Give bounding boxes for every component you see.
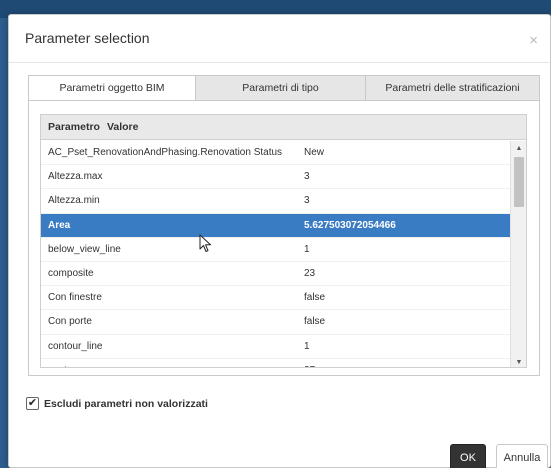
cell-parameter-name: AC_Pset_RenovationAndPhasing.Renovation … (48, 147, 283, 159)
table-row-selected[interactable]: Area 5.627503072054466 (41, 213, 511, 238)
table-row[interactable]: Con finestre false (41, 286, 511, 311)
scroll-down-arrow-icon[interactable]: ▼ (511, 355, 526, 367)
cell-parameter-value: 1 (304, 243, 310, 255)
checkmark-icon[interactable]: ✔ (26, 397, 39, 410)
table-row[interactable]: composite 23 (41, 262, 511, 287)
grid-body: AC_Pset_RenovationAndPhasing.Renovation … (41, 141, 511, 367)
cell-parameter-name: Con finestre (48, 292, 102, 304)
tab-parametri-oggetto-bim[interactable]: Parametri oggetto BIM (28, 75, 196, 101)
cell-parameter-value: New (304, 147, 325, 159)
dialog-title: Parameter selection (25, 30, 150, 46)
cell-parameter-name: Area (48, 219, 71, 231)
cell-parameter-value: false (304, 292, 326, 304)
cell-parameter-name: Altezza.max (48, 171, 103, 183)
ok-button[interactable]: OK (450, 444, 486, 468)
cell-parameter-value: false (304, 316, 326, 328)
table-row[interactable]: Con porte false (41, 310, 511, 335)
cancel-button[interactable]: Annulla (496, 444, 548, 468)
cell-parameter-value: 23 (304, 268, 316, 280)
cell-parameter-value: 5.627503072054466 (304, 219, 396, 231)
parameter-selection-dialog: Parameter selection × Parametri oggetto … (8, 14, 551, 468)
table-row[interactable]: contour_pen 27 (41, 359, 511, 367)
column-header-valore[interactable]: Valore (107, 121, 139, 133)
cell-parameter-name: contour_line (48, 340, 103, 352)
cell-parameter-name: contour_pen (41, 365, 304, 367)
table-row[interactable]: contour_line 1 (41, 335, 511, 359)
tab-parametri-stratificazioni[interactable]: Parametri delle stratificazioni (365, 75, 540, 101)
table-row[interactable]: Altezza.max 3 (41, 165, 511, 190)
column-header-parametro[interactable]: Parametro (48, 121, 100, 133)
cell-parameter-value: 1 (304, 340, 310, 352)
cell-parameter-value: 3 (304, 195, 310, 207)
parameter-grid: Parametro Valore AC_Pset_RenovationAndPh… (40, 114, 527, 368)
tab-parametri-di-tipo[interactable]: Parametri di tipo (195, 75, 366, 101)
cell-parameter-name: composite (48, 268, 94, 280)
table-row[interactable]: below_view_line 1 (41, 238, 511, 262)
cell-parameter-value: 27 (304, 365, 315, 367)
exclude-empty-params-option[interactable]: ✔ Escludi parametri non valorizzati (26, 397, 208, 410)
table-row[interactable]: AC_Pset_RenovationAndPhasing.Renovation … (41, 141, 511, 166)
tab-bar: Parametri oggetto BIM Parametri di tipo … (28, 75, 540, 101)
scrollbar-thumb[interactable] (514, 157, 524, 207)
cell-parameter-name: Altezza.min (48, 195, 100, 207)
vertical-scrollbar[interactable]: ▲ ▼ (510, 141, 526, 367)
cell-parameter-name: below_view_line (48, 243, 121, 255)
scroll-up-arrow-icon[interactable]: ▲ (511, 141, 526, 155)
tab-panel: Parametro Valore AC_Pset_RenovationAndPh… (28, 100, 540, 376)
close-icon[interactable]: × (529, 33, 538, 48)
dialog-header: Parameter selection × (9, 15, 550, 63)
cell-parameter-name: Con porte (48, 316, 92, 328)
cell-parameter-value: 3 (304, 171, 310, 183)
grid-header: Parametro Valore (41, 115, 526, 140)
exclude-empty-params-label: Escludi parametri non valorizzati (44, 397, 208, 410)
table-row[interactable]: Altezza.min 3 (41, 189, 511, 214)
